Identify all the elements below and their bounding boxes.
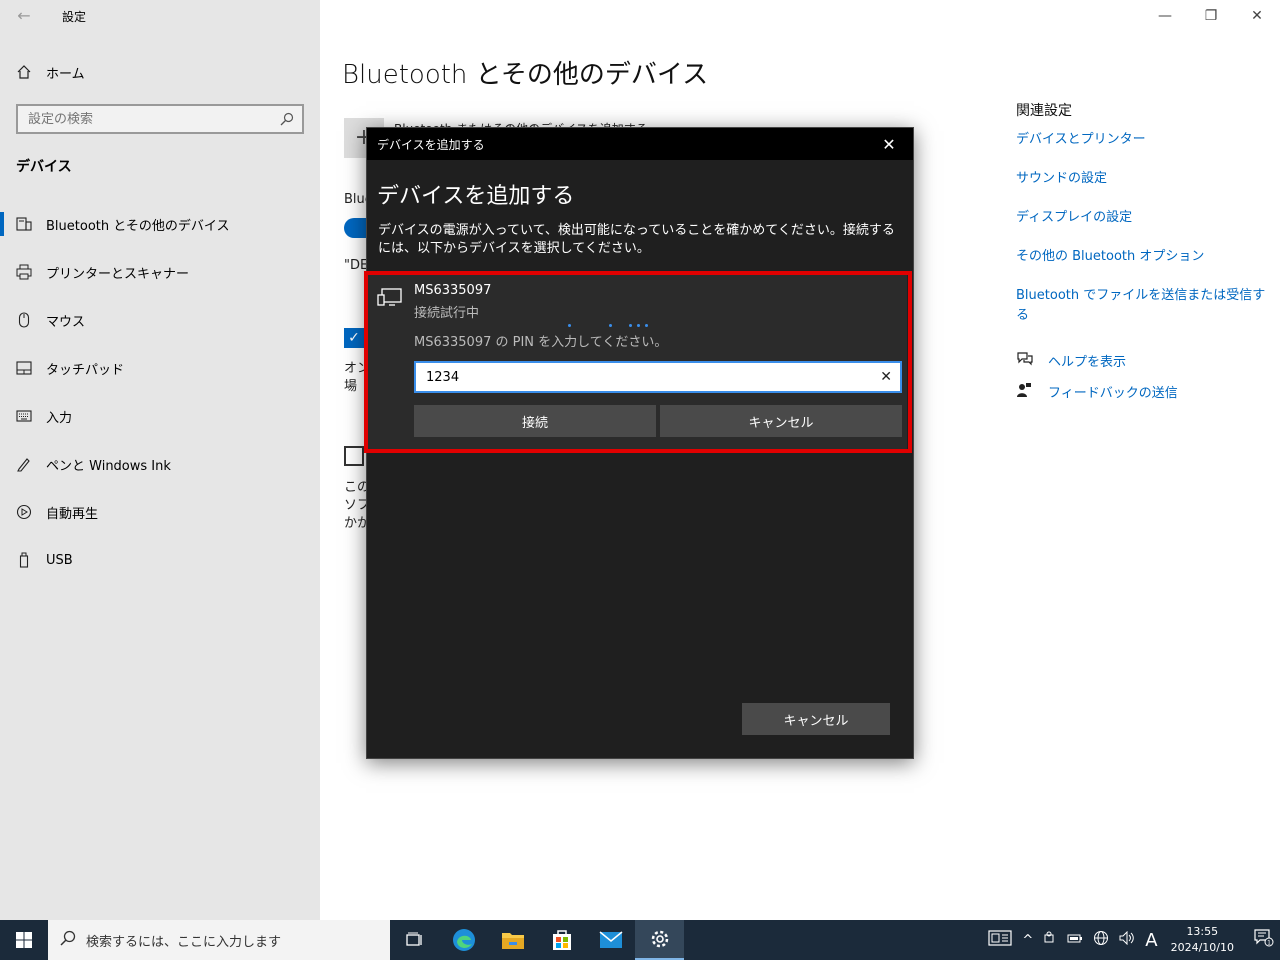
add-device-dialog: デバイスを追加する ✕ デバイスを追加する デバイスの電源が入っていて、検出可能… xyxy=(364,127,914,759)
network-icon[interactable] xyxy=(1093,930,1109,950)
sidebar-item-home[interactable]: ホーム xyxy=(0,52,320,92)
battery-icon[interactable] xyxy=(1067,932,1083,948)
related-settings-title: 関連設定 xyxy=(1016,103,1072,119)
autoplay-icon xyxy=(16,504,32,520)
sidebar-item-autoplay[interactable]: 自動再生 xyxy=(0,492,320,532)
sidebar-item-label: ペンと Windows Ink xyxy=(46,458,171,474)
search-input[interactable] xyxy=(28,111,268,127)
volume-icon[interactable] xyxy=(1119,930,1135,949)
settings-search[interactable] xyxy=(16,104,304,134)
app-title: 設定 xyxy=(62,10,87,24)
mouse-icon xyxy=(16,312,32,328)
windows-logo-icon xyxy=(16,932,32,948)
file-explorer-icon[interactable] xyxy=(488,920,537,960)
section-title: デバイス xyxy=(16,159,72,175)
dialog-title: デバイスを追加する xyxy=(377,137,485,152)
page-title: Bluetooth とその他のデバイス xyxy=(342,60,709,90)
feedback-icon xyxy=(1016,382,1034,402)
clock[interactable]: 13:55 2024/10/10 xyxy=(1171,924,1234,956)
window-controls: — ❐ ✕ xyxy=(1142,0,1280,32)
printer-icon xyxy=(16,264,32,280)
minimize-button[interactable]: — xyxy=(1142,0,1188,32)
metered-checkbox[interactable] xyxy=(344,446,364,466)
sidebar-item-label: 入力 xyxy=(46,410,73,426)
dialog-title-bar: デバイスを追加する ✕ xyxy=(367,128,913,160)
swift-pair-checkbox[interactable]: ✓ xyxy=(344,328,364,348)
get-help-label: ヘルプを表示 xyxy=(1048,355,1127,370)
sidebar-item-label: ホーム xyxy=(46,66,85,82)
sidebar-item-label: プリンターとスキャナー xyxy=(46,266,190,282)
taskbar-search[interactable]: 検索するには、ここに入力します xyxy=(48,920,390,960)
restore-button[interactable]: ❐ xyxy=(1188,0,1234,32)
sidebar-item-label: USB xyxy=(46,552,73,568)
touchpad-icon xyxy=(16,360,32,376)
title-bar: ← 設定 xyxy=(0,0,320,32)
sidebar-item-pen[interactable]: ペンと Windows Ink xyxy=(0,444,320,484)
sound-settings-link[interactable]: サウンドの設定 xyxy=(1016,169,1276,208)
clock-date: 2024/10/10 xyxy=(1170,941,1234,954)
feedback-label: フィードバックの送信 xyxy=(1048,386,1178,401)
mail-icon[interactable] xyxy=(586,920,635,960)
sidebar-item-label: Bluetooth とその他のデバイス xyxy=(46,218,230,234)
store-icon[interactable] xyxy=(537,920,586,960)
chevron-up-icon[interactable]: ^ xyxy=(1022,933,1033,948)
get-help-link[interactable]: ヘルプを表示 xyxy=(1016,345,1276,376)
ime-indicator[interactable]: A xyxy=(1145,930,1157,951)
settings-app-icon[interactable] xyxy=(635,920,684,960)
clock-time: 13:55 xyxy=(1186,925,1219,938)
notification-count: 1 xyxy=(1267,940,1271,947)
display-settings-link[interactable]: ディスプレイの設定 xyxy=(1016,208,1276,247)
active-indicator xyxy=(0,212,4,236)
search-icon xyxy=(60,930,76,950)
sidebar-item-bluetooth[interactable]: Bluetooth とその他のデバイス xyxy=(0,204,320,244)
ime-mode-icon[interactable] xyxy=(988,930,1012,950)
devices-printers-link[interactable]: デバイスとプリンター xyxy=(1016,130,1276,169)
sidebar-item-mouse[interactable]: マウス xyxy=(0,300,320,340)
sidebar-item-label: マウス xyxy=(46,314,86,330)
usb-icon xyxy=(16,552,32,568)
help-chat-icon xyxy=(1016,351,1034,371)
dialog-description: デバイスの電源が入っていて、検出可能になっていることを確かめてください。接続する… xyxy=(378,223,895,256)
bluetooth-devices-icon xyxy=(16,216,32,232)
sidebar-item-printers[interactable]: プリンターとスキャナー xyxy=(0,252,320,292)
notification-icon[interactable]: 1 xyxy=(1248,929,1280,951)
task-view-icon[interactable] xyxy=(390,920,439,960)
sidebar-item-input[interactable]: 入力 xyxy=(0,396,320,436)
settings-sidebar: ← 設定 ホーム デバイス Bluetooth とその他のデバイス プリンターと… xyxy=(0,0,320,920)
taskbar: 検索するには、ここに入力します ^ A 13:55 2024/10/10 1 xyxy=(0,920,1280,960)
checkbox-desc-2: 場 xyxy=(344,379,358,394)
sidebar-item-usb[interactable]: USB xyxy=(0,540,320,580)
sidebar-item-label: 自動再生 xyxy=(46,506,99,522)
edge-icon[interactable] xyxy=(439,920,488,960)
back-button[interactable]: ← xyxy=(14,6,34,26)
dialog-cancel-button[interactable]: キャンセル xyxy=(742,703,890,735)
system-tray: ^ A 13:55 2024/10/10 1 xyxy=(983,920,1280,960)
dialog-heading: デバイスを追加する xyxy=(377,184,575,209)
close-button[interactable]: ✕ xyxy=(1234,0,1280,32)
search-icon xyxy=(280,111,294,130)
related-settings: 関連設定 デバイスとプリンター サウンドの設定 ディスプレイの設定 その他の B… xyxy=(1016,100,1276,407)
taskbar-search-placeholder: 検索するには、ここに入力します xyxy=(86,934,282,950)
dialog-close-icon[interactable]: ✕ xyxy=(875,135,903,154)
home-icon xyxy=(16,64,32,80)
send-receive-files-link[interactable]: Bluetooth でファイルを送信または受信する xyxy=(1016,286,1276,325)
sidebar-item-touchpad[interactable]: タッチパッド xyxy=(0,348,320,388)
highlight-box xyxy=(364,271,912,453)
more-bluetooth-options-link[interactable]: その他の Bluetooth オプション xyxy=(1016,247,1276,286)
start-button[interactable] xyxy=(0,920,48,960)
meet-icon[interactable] xyxy=(1043,931,1057,949)
keyboard-icon xyxy=(16,408,32,424)
sidebar-item-label: タッチパッド xyxy=(46,362,125,378)
pen-icon xyxy=(16,456,32,472)
feedback-link[interactable]: フィードバックの送信 xyxy=(1016,376,1276,407)
